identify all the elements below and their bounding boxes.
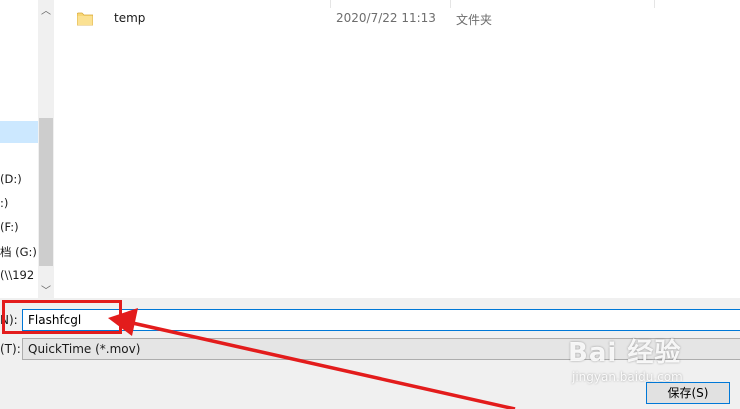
annotation-highlight-box bbox=[2, 300, 122, 334]
save-dialog: (D:) :) (F:) 档 (G:) (\\192 ︿ ﹀ temp 2020… bbox=[0, 0, 740, 409]
file-date: 2020/7/22 11:13 bbox=[336, 11, 436, 25]
nav-scrollbar[interactable]: ︿ ﹀ bbox=[38, 0, 54, 298]
nav-drive-e[interactable]: :) bbox=[0, 196, 40, 210]
column-divider bbox=[450, 0, 451, 8]
scroll-up-icon[interactable]: ︿ bbox=[38, 2, 54, 17]
file-list: temp 2020/7/22 11:13 文件夹 bbox=[54, 0, 740, 298]
column-divider bbox=[330, 0, 331, 8]
nav-drive-g[interactable]: 档 (G:) bbox=[0, 244, 40, 260]
scroll-down-icon[interactable]: ﹀ bbox=[38, 282, 54, 297]
file-row-temp[interactable]: temp 2020/7/22 11:13 文件夹 bbox=[72, 9, 732, 29]
folder-icon bbox=[77, 12, 93, 26]
filename-input[interactable] bbox=[22, 309, 740, 331]
watermark-url: jingyan.baidu.com bbox=[572, 370, 683, 384]
nav-drive-f[interactable]: (F:) bbox=[0, 220, 40, 234]
watermark-brand: Bai 经验 bbox=[568, 338, 682, 368]
filetype-label: (T): bbox=[0, 342, 21, 356]
column-divider bbox=[654, 0, 655, 8]
scrollbar-thumb[interactable] bbox=[39, 118, 53, 266]
nav-drive-d[interactable]: (D:) bbox=[0, 172, 40, 186]
file-name: temp bbox=[114, 11, 146, 25]
nav-network-location[interactable]: (\\192 bbox=[0, 268, 40, 282]
file-type: 文件夹 bbox=[456, 13, 493, 27]
nav-selected-item[interactable] bbox=[0, 121, 38, 143]
navigation-pane: (D:) :) (F:) 档 (G:) (\\192 ︿ ﹀ bbox=[0, 0, 54, 298]
watermark: Bai 经验 jingyan.baidu.com bbox=[562, 330, 712, 402]
